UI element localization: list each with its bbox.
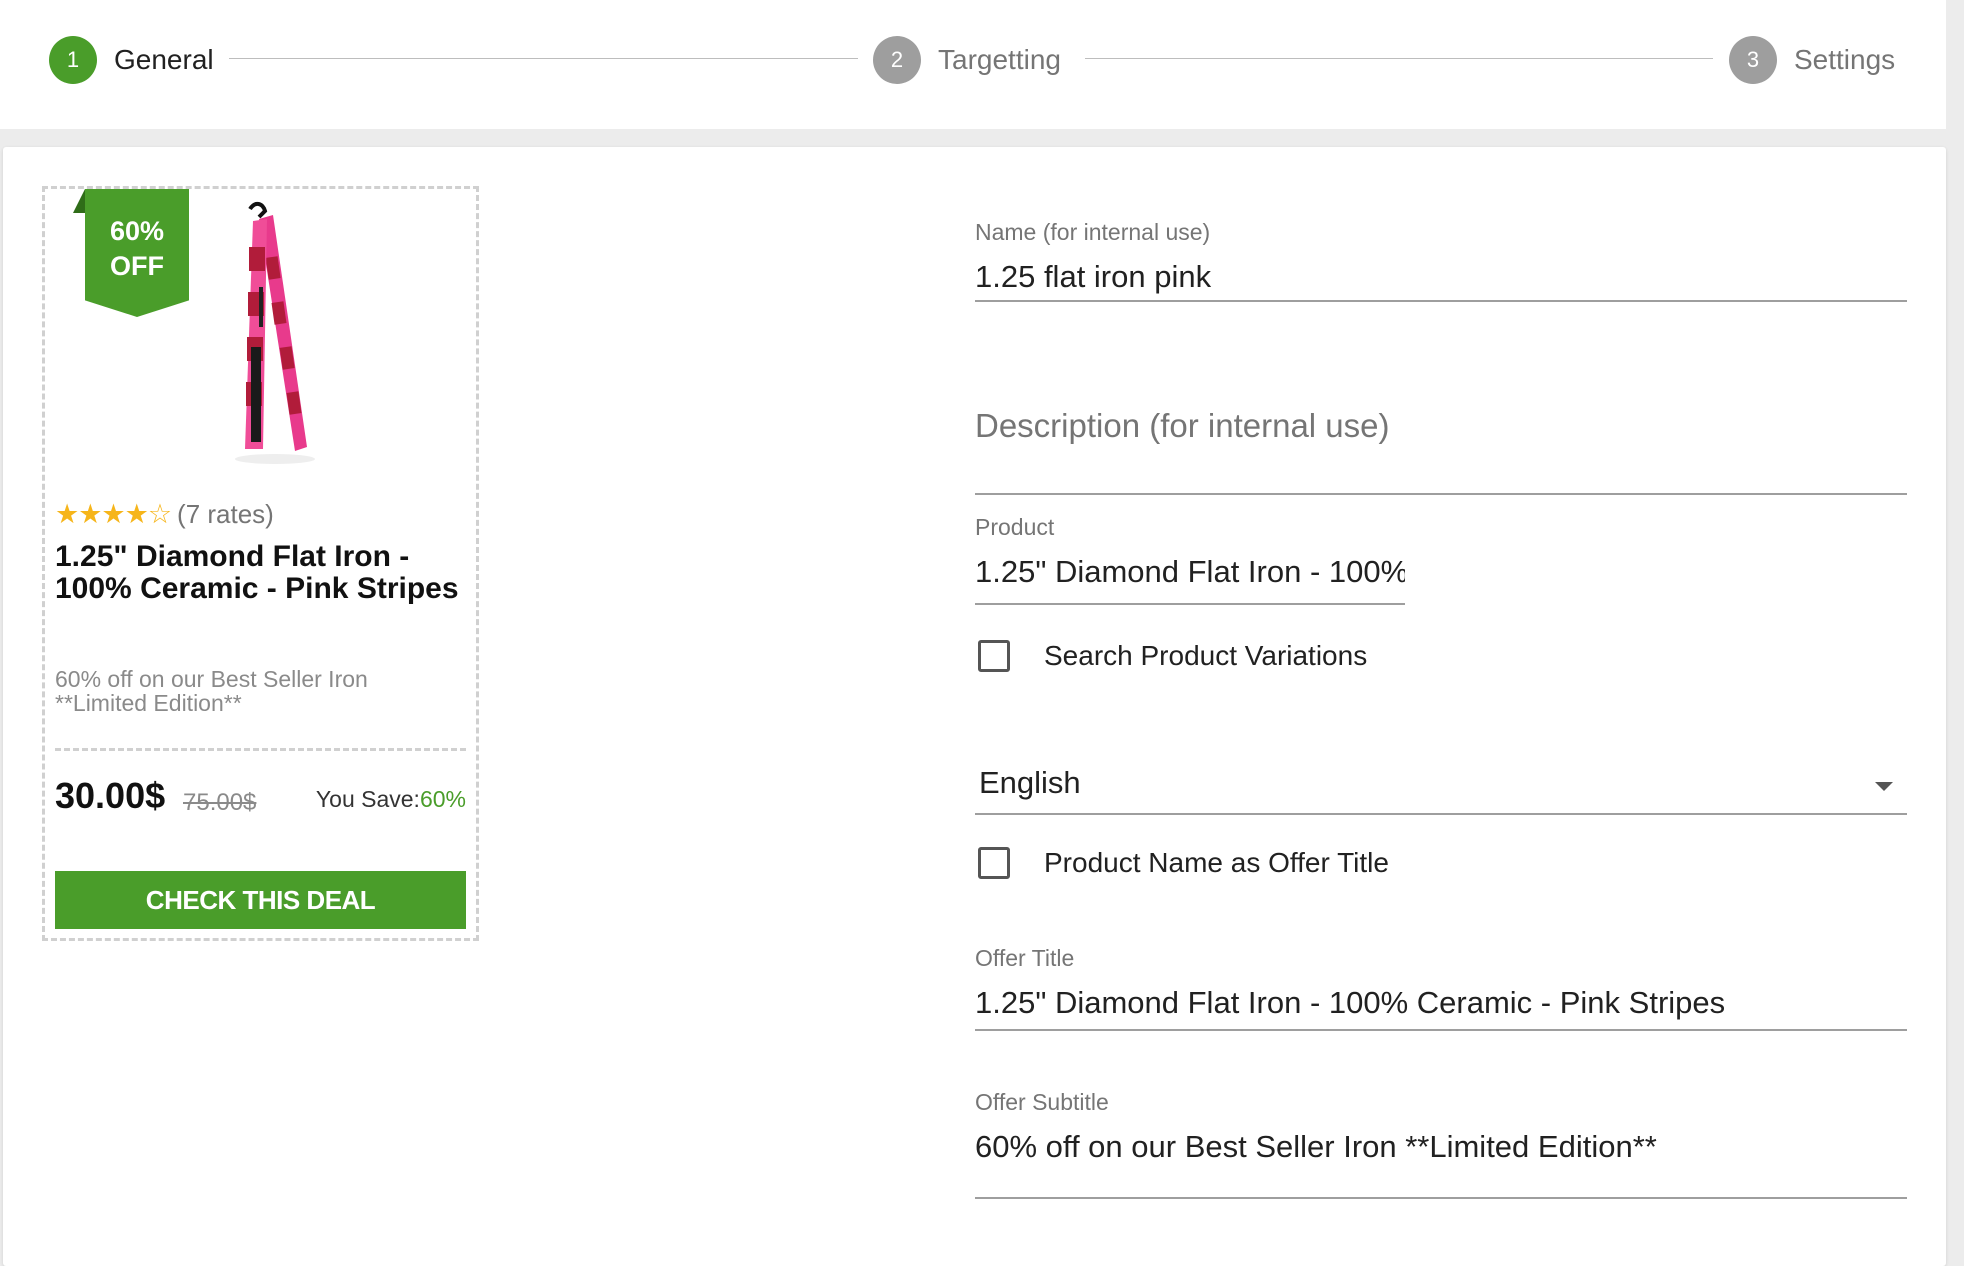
chevron-down-icon[interactable] [1875,782,1893,791]
check-this-deal-button[interactable]: CHECK THIS DEAL [55,871,466,929]
search-variations-checkbox[interactable] [978,640,1010,672]
product-underline [975,603,1405,605]
name-field[interactable]: Name (for internal use) 1.25 flat iron p… [975,219,1907,319]
subtitle-line: 60% off on our Best Seller Iron [55,666,368,692]
step-number: 1 [49,36,97,84]
discount-badge: 60% OFF [85,189,189,317]
offer-title-label: Offer Title [975,945,1075,971]
step-number: 2 [873,36,921,84]
step-label: General [114,44,214,75]
rates-count: (7 rates) [177,499,274,529]
offer-subtitle-input[interactable]: 60% off on our Best Seller Iron **Limite… [975,1129,1657,1165]
step-label: Targetting [938,44,1061,75]
step-targetting[interactable]: 2 Targetting [873,33,1061,87]
product-label: Product [975,514,1055,540]
offer-subtitle-underline [975,1197,1907,1199]
name-as-title-row[interactable]: Product Name as Offer Title [978,847,1389,879]
name-as-title-checkbox[interactable] [978,847,1010,879]
step-connector [1085,58,1713,59]
offer-title-underline [975,1029,1907,1031]
language-underline [975,813,1907,815]
ribbon-fold [73,189,85,213]
step-settings[interactable]: 3 Settings [1729,33,1895,87]
preview-offer-title: 1.25" Diamond Flat Iron - 100% Ceramic -… [55,540,459,605]
offer-title-input[interactable]: 1.25" Diamond Flat Iron - 100% Ceramic -… [975,985,1725,1021]
description-field[interactable]: Description (for internal use) [975,407,1907,507]
badge-percent: 60% [109,216,165,246]
you-save-label: You Save: [315,786,420,812]
step-number: 3 [1729,36,1777,84]
description-underline [975,493,1907,495]
offer-preview: 60% OFF ★★★★☆ (7 rates) 1.25" Diamond Fl… [42,186,479,941]
badge-off: OFF [110,251,164,281]
offer-title-field[interactable]: Offer Title 1.25" Diamond Flat Iron - 10… [975,945,1907,1045]
offer-subtitle-field[interactable]: Offer Subtitle 60% off on our Best Selle… [975,1089,1907,1209]
offer-subtitle-label: Offer Subtitle [975,1089,1109,1115]
original-price: 75.00$ [183,789,257,816]
subtitle-line: **Limited Edition** [55,690,242,716]
name-input[interactable]: 1.25 flat iron pink [975,259,1211,295]
search-variations-row[interactable]: Search Product Variations [978,640,1367,672]
flat-iron-product-image [235,202,315,464]
name-underline [975,300,1907,302]
product-field[interactable]: Product 1.25" Diamond Flat Iron - 100% [975,514,1907,614]
search-variations-label: Search Product Variations [1044,640,1368,671]
rating: ★★★★☆ (7 rates) [55,499,274,530]
step-label: Settings [1794,44,1896,75]
stepper: 1 General 2 Targetting 3 Settings [0,0,1946,129]
step-connector [229,58,858,59]
language-value: English [979,765,1081,800]
star-rating-icon: ★★★★☆ [55,499,172,529]
step-general[interactable]: 1 General [49,33,214,87]
preview-offer-subtitle: 60% off on our Best Seller Iron **Limite… [55,667,455,715]
you-save-value: 60% [419,786,466,812]
offer-price: 30.00$ [55,775,166,816]
product-input[interactable]: 1.25" Diamond Flat Iron - 100% [975,554,1405,590]
general-form-card: 60% OFF ★★★★☆ (7 rates) 1.25" Diamond Fl… [3,147,1946,1266]
you-save: You Save:60% [316,786,466,813]
description-input[interactable]: Description (for internal use) [975,407,1390,445]
name-as-title-label: Product Name as Offer Title [1044,847,1389,878]
language-select[interactable]: English [975,765,1907,825]
price-divider [55,748,466,751]
name-label: Name (for internal use) [975,219,1211,245]
